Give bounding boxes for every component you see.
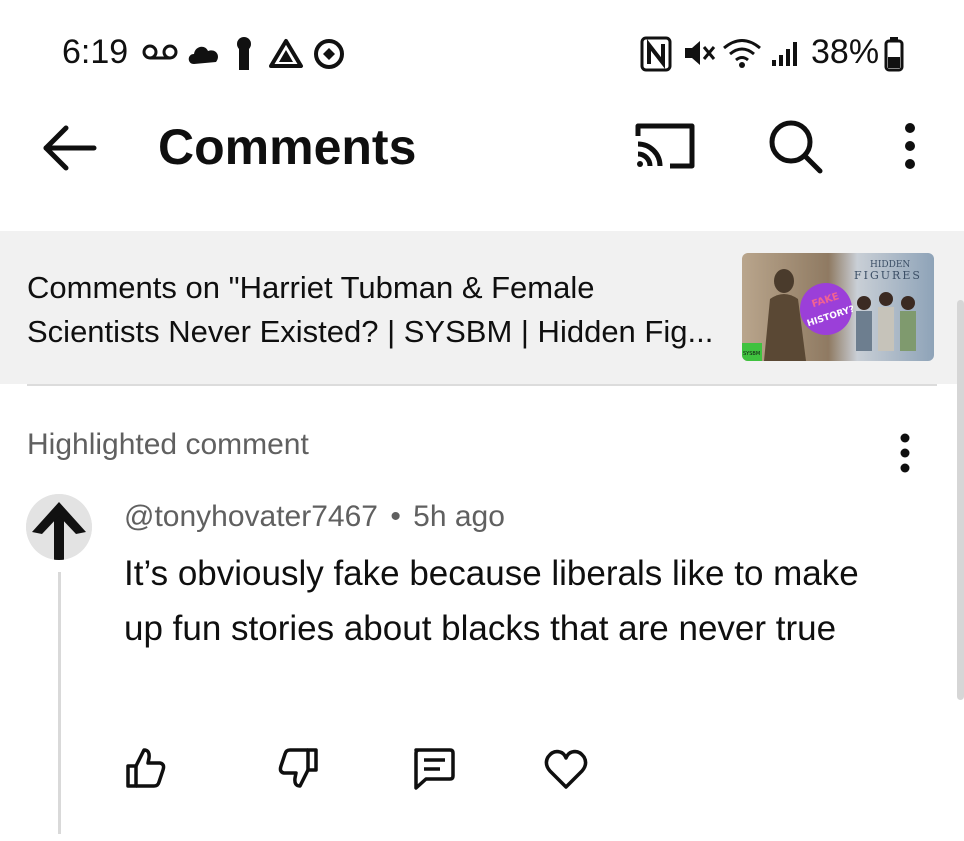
search-button[interactable] [766,118,826,174]
up-arrow-icon [26,494,92,560]
thumbnail-corner-tag: SYSBM [743,351,760,357]
scrollbar[interactable] [957,300,964,700]
battery-icon [884,37,904,72]
more-vert-icon [900,433,910,473]
more-options-button[interactable] [896,120,924,172]
cloud-icon [188,46,219,64]
page-title: Comments [158,119,417,175]
meta-separator: • [390,500,401,533]
more-vert-icon [905,123,915,169]
dislike-button[interactable] [276,746,320,790]
reply-icon [414,748,455,790]
comment-text: It’s obviously fake because liberals lik… [124,554,859,648]
drive-icon [269,39,303,68]
back-arrow-icon [43,125,97,171]
nfc-icon [640,36,672,72]
thread-line [58,572,61,834]
status-time: 6:19 [62,33,129,71]
wifi-icon [723,39,761,68]
video-banner-title[interactable]: Comments on "Harriet Tubman & Female Sci… [27,266,727,354]
battery-percentage: 38% [811,33,880,71]
avatar[interactable] [26,494,92,560]
heart-icon [544,749,588,789]
video-thumbnail[interactable]: HIDDEN FIGURES FAKE HISTORY? SYSBM [742,253,934,361]
back-button[interactable] [40,122,100,174]
like-button[interactable] [124,746,168,790]
comment-author[interactable]: @tonyhovater7467 [124,500,378,533]
comment-time: 5h ago [413,500,505,533]
dislike-icon [278,748,318,788]
cast-button[interactable] [634,120,696,172]
keyhole-icon [237,37,251,70]
mute-icon [685,41,716,65]
search-icon [769,120,823,174]
voicemail-icon [142,44,178,60]
signal-icon [772,42,797,66]
sync-icon [314,39,344,69]
banner-divider [27,384,937,386]
thumbnail-title-line-2: FIGURES [854,269,922,282]
like-icon [126,748,166,788]
comment-meta: @tonyhovater7467 • 5h ago [124,500,505,534]
heart-button[interactable] [543,748,589,790]
highlighted-comment-label: Highlighted comment [27,428,309,461]
comment-options-button[interactable] [892,432,918,474]
cast-icon [635,123,695,169]
reply-button[interactable] [410,746,456,790]
